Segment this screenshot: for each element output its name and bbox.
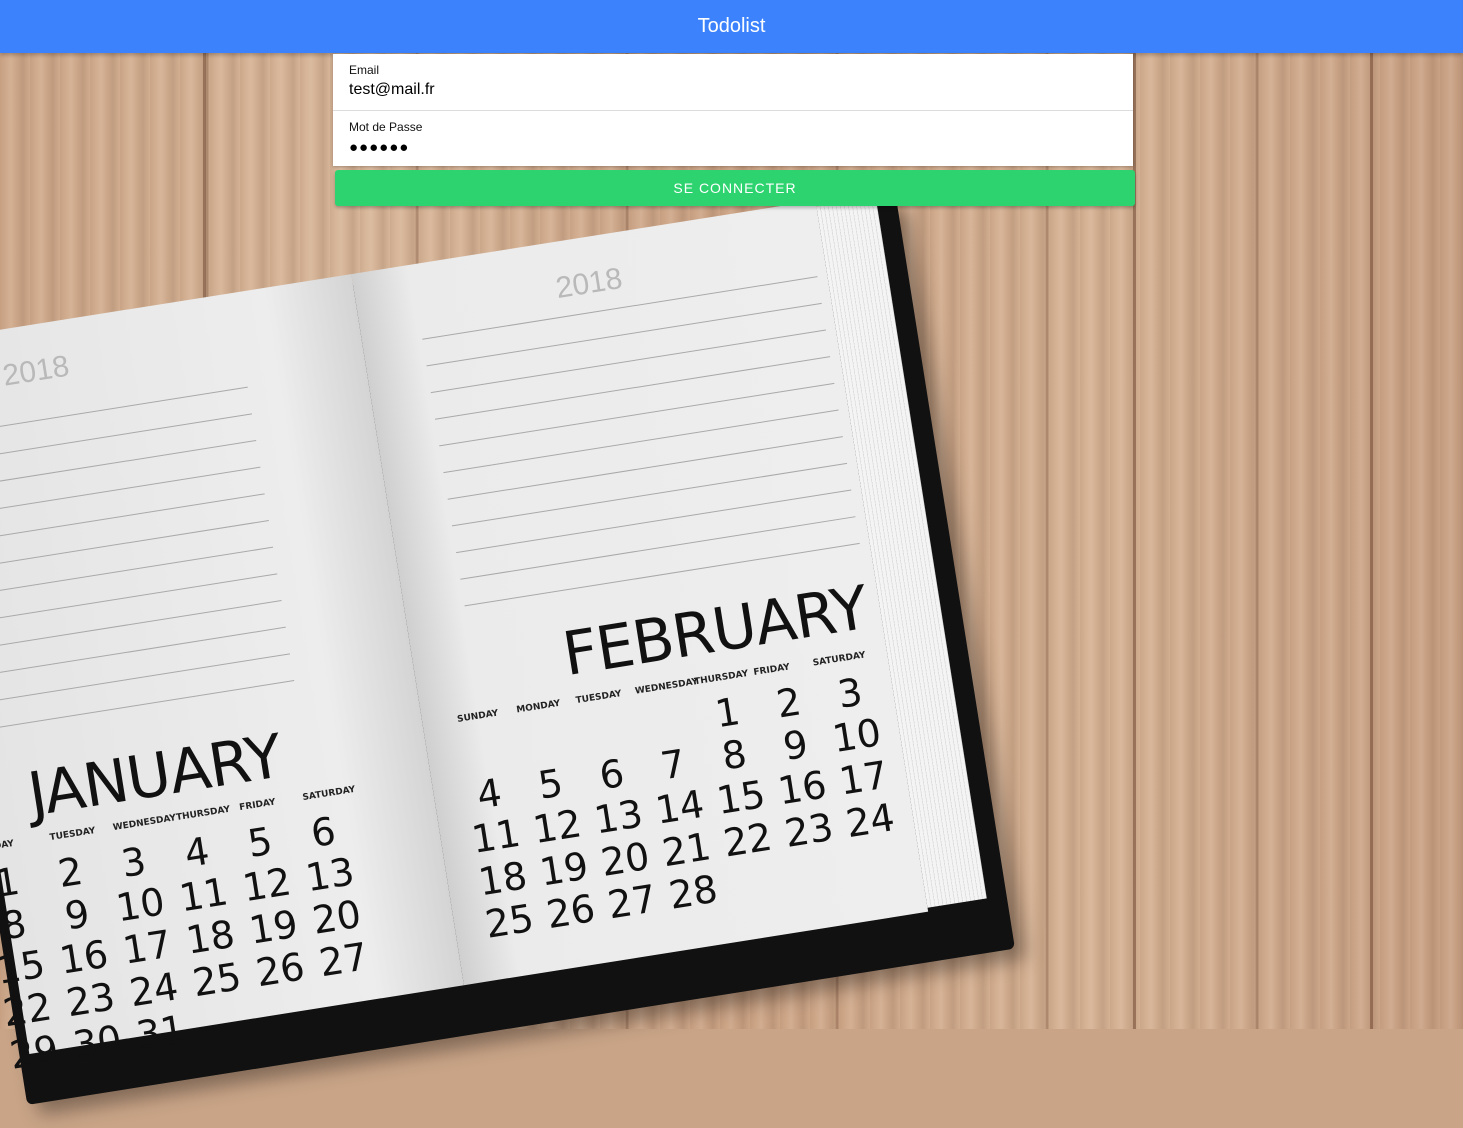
- calendar-day: 26: [543, 886, 599, 938]
- left-page-month: JANUARY: [23, 721, 287, 831]
- weekday-label: THURSDAY: [175, 804, 231, 824]
- page-rule-line: [0, 546, 274, 595]
- weekday-label: WEDNESDAY: [634, 676, 699, 697]
- app-header: Todolist: [0, 0, 1463, 53]
- calendar-day: 25: [189, 954, 245, 1006]
- calendar-day: 31: [133, 1006, 188, 1058]
- weekday-label: FRIDAY: [238, 797, 277, 814]
- page-rule-line: [0, 600, 282, 648]
- email-input[interactable]: test@mail.fr: [349, 81, 1109, 99]
- page-rule-line: [447, 436, 843, 500]
- page-rule-line: [443, 409, 839, 474]
- calendar-day: 22: [720, 814, 776, 866]
- password-label: Mot de Passe: [349, 120, 423, 134]
- page-rule-line: [456, 489, 852, 554]
- left-page-year: 2018: [0, 349, 72, 393]
- calendar-day: 26: [252, 944, 308, 996]
- page-rule-line: [0, 680, 295, 728]
- page-rule-line: [0, 386, 248, 435]
- calendar-notebook-image: 2018 JANUARY NDAY TUESDAY WEDNESDAY THURSDA…: [0, 152, 1058, 1128]
- calendar-day: 23: [781, 804, 837, 856]
- page-rule-line: [0, 626, 286, 675]
- right-page-year: 2018: [553, 261, 625, 306]
- calendar-day: 24: [842, 795, 898, 847]
- email-label: Email: [349, 63, 380, 77]
- weekday-label: TUESDAY: [49, 826, 97, 844]
- weekday-label: SATURDAY: [812, 650, 867, 669]
- weekday-label: SUNDAY: [456, 708, 500, 725]
- weekday-label: FRIDAY: [752, 662, 791, 678]
- page-rule-line: [0, 520, 269, 568]
- password-input[interactable]: ●●●●●●: [349, 139, 1109, 156]
- calendar-day: 28: [665, 866, 721, 918]
- page-rule-line: [430, 329, 826, 394]
- page-rule-line: [0, 573, 278, 622]
- calendar-day: 30: [70, 1016, 125, 1068]
- page-rule-line: [0, 653, 291, 702]
- app-title: Todolist: [697, 15, 766, 37]
- weekday-label: THURSDAY: [693, 668, 749, 688]
- page-rule-line: [434, 356, 831, 420]
- calendar-day: 25: [482, 895, 537, 947]
- login-button[interactable]: SE CONNECTER: [335, 170, 1135, 206]
- password-field[interactable]: Mot de Passe ●●●●●●: [333, 110, 1133, 167]
- page-rule-line: [451, 462, 848, 527]
- page-rule-line: [426, 302, 822, 367]
- calendar-day: 27: [604, 876, 660, 928]
- calendar-day: 27: [316, 934, 371, 986]
- calendar-day: 29: [6, 1026, 62, 1078]
- login-form: Email test@mail.fr Mot de Passe ●●●●●●: [333, 54, 1133, 166]
- right-page-month: FEBRUARY: [558, 572, 873, 691]
- plank-seam: [1370, 0, 1373, 1029]
- weekday-label: MONDAY: [515, 698, 562, 716]
- weekday-label: TUESDAY: [575, 689, 623, 707]
- plank-seam: [1133, 0, 1136, 1029]
- weekday-label: NDAY: [0, 838, 15, 854]
- page-rule-line: [460, 516, 856, 580]
- email-field[interactable]: Email test@mail.fr: [333, 54, 1133, 110]
- weekday-label: SATURDAY: [301, 784, 357, 804]
- page-rule-line: [439, 382, 835, 447]
